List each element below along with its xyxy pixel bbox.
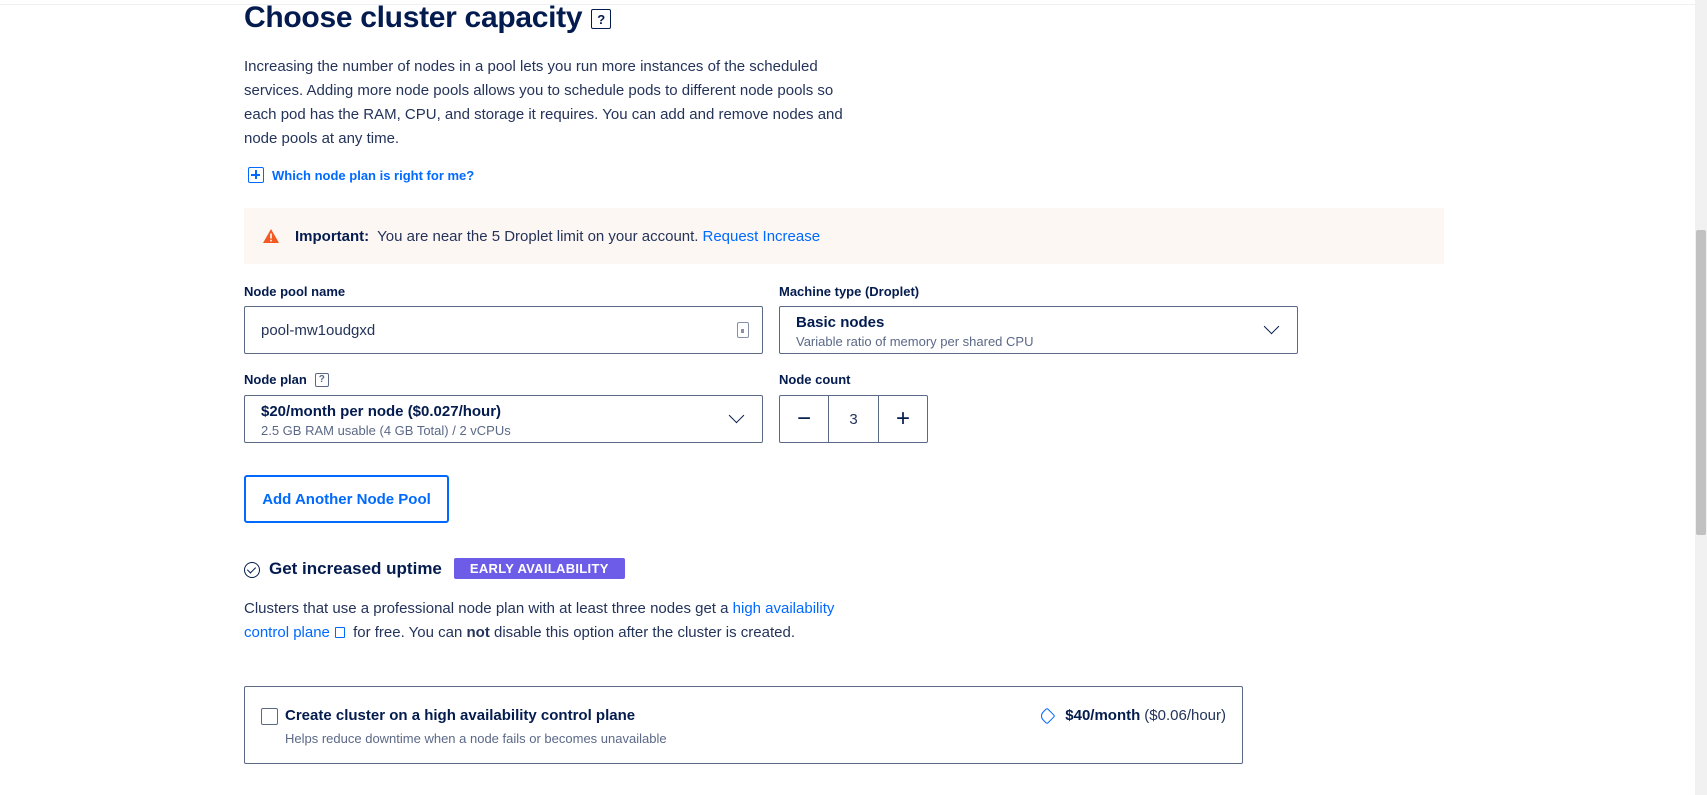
uptime-desc-bold: not: [466, 624, 490, 641]
machine-type-label: Machine type (Droplet): [779, 284, 920, 299]
help-icon[interactable]: ?: [314, 372, 329, 387]
uptime-desc-part2: for free. You can: [348, 624, 467, 641]
ha-price-hour: ($0.06/hour): [1144, 707, 1226, 724]
node-plan-help-link[interactable]: Which node plan is right for me?: [248, 167, 474, 183]
ha-price-month: $40/month: [1065, 707, 1141, 724]
node-count-value[interactable]: 3: [828, 396, 879, 442]
node-plan-label: Node plan: [244, 372, 307, 387]
document-icon: [334, 627, 345, 638]
increment-button[interactable]: +: [879, 396, 927, 442]
title-row: Choose cluster capacity ?: [244, 0, 612, 36]
node-count-stepper: − 3 +: [779, 395, 928, 443]
node-count-label: Node count: [779, 372, 851, 387]
node-pool-name-value: pool-mw1oudgxd: [261, 321, 376, 339]
machine-type-title: Basic nodes: [796, 314, 885, 331]
page-scrollbar[interactable]: [1695, 0, 1707, 795]
add-node-pool-button[interactable]: Add Another Node Pool: [244, 475, 449, 523]
decrement-button[interactable]: −: [780, 396, 828, 442]
machine-type-sub: Variable ratio of memory per shared CPU: [796, 334, 1034, 349]
ha-price: $40/month ($0.06/hour): [1038, 707, 1226, 724]
plus-square-icon: [248, 167, 264, 183]
check-circle-icon: [244, 562, 260, 578]
early-availability-badge: EARLY AVAILABILITY: [453, 558, 625, 579]
node-plan-label-row: Node plan ?: [244, 372, 329, 387]
tag-icon: [1038, 707, 1056, 724]
uptime-desc-part3: disable this option after the cluster is…: [489, 624, 795, 641]
scrollbar-thumb[interactable]: [1696, 230, 1706, 535]
page-title: Choose cluster capacity: [244, 1, 583, 34]
node-plan-sub: 2.5 GB RAM usable (4 GB Total) / 2 vCPUs: [261, 423, 511, 438]
node-pool-name-label: Node pool name: [244, 284, 346, 299]
request-increase-link[interactable]: Request Increase: [702, 228, 820, 245]
help-icon[interactable]: ?: [591, 9, 612, 29]
ha-checkbox[interactable]: [261, 708, 278, 725]
node-plan-title: $20/month per node ($0.027/hour): [261, 403, 502, 420]
node-plan-help-label: Which node plan is right for me?: [272, 167, 475, 183]
uptime-description: Clusters that use a professional node pl…: [244, 597, 854, 645]
ha-option-title: Create cluster on a high availability co…: [285, 707, 636, 724]
uptime-header: Get increased uptime EARLY AVAILABILITY: [244, 558, 625, 579]
alert-message: You are near the 5 Droplet limit on your…: [377, 227, 699, 245]
droplet-limit-alert: Important: You are near the 5 Droplet li…: [244, 208, 1444, 264]
uptime-desc-part1: Clusters that use a professional node pl…: [244, 600, 733, 617]
node-pool-name-input[interactable]: pool-mw1oudgxd: [244, 306, 763, 354]
ha-control-plane-option[interactable]: Create cluster on a high availability co…: [244, 686, 1243, 764]
machine-type-select[interactable]: Basic nodes Variable ratio of memory per…: [779, 306, 1298, 354]
alert-strong: Important:: [295, 227, 370, 245]
ha-option-sub: Helps reduce downtime when a node fails …: [285, 731, 667, 746]
uptime-title: Get increased uptime: [269, 558, 442, 578]
autofill-icon: [737, 322, 749, 338]
warning-icon: [263, 229, 279, 243]
intro-text: Increasing the number of nodes in a pool…: [244, 58, 843, 147]
node-plan-select[interactable]: $20/month per node ($0.027/hour) 2.5 GB …: [244, 395, 763, 443]
